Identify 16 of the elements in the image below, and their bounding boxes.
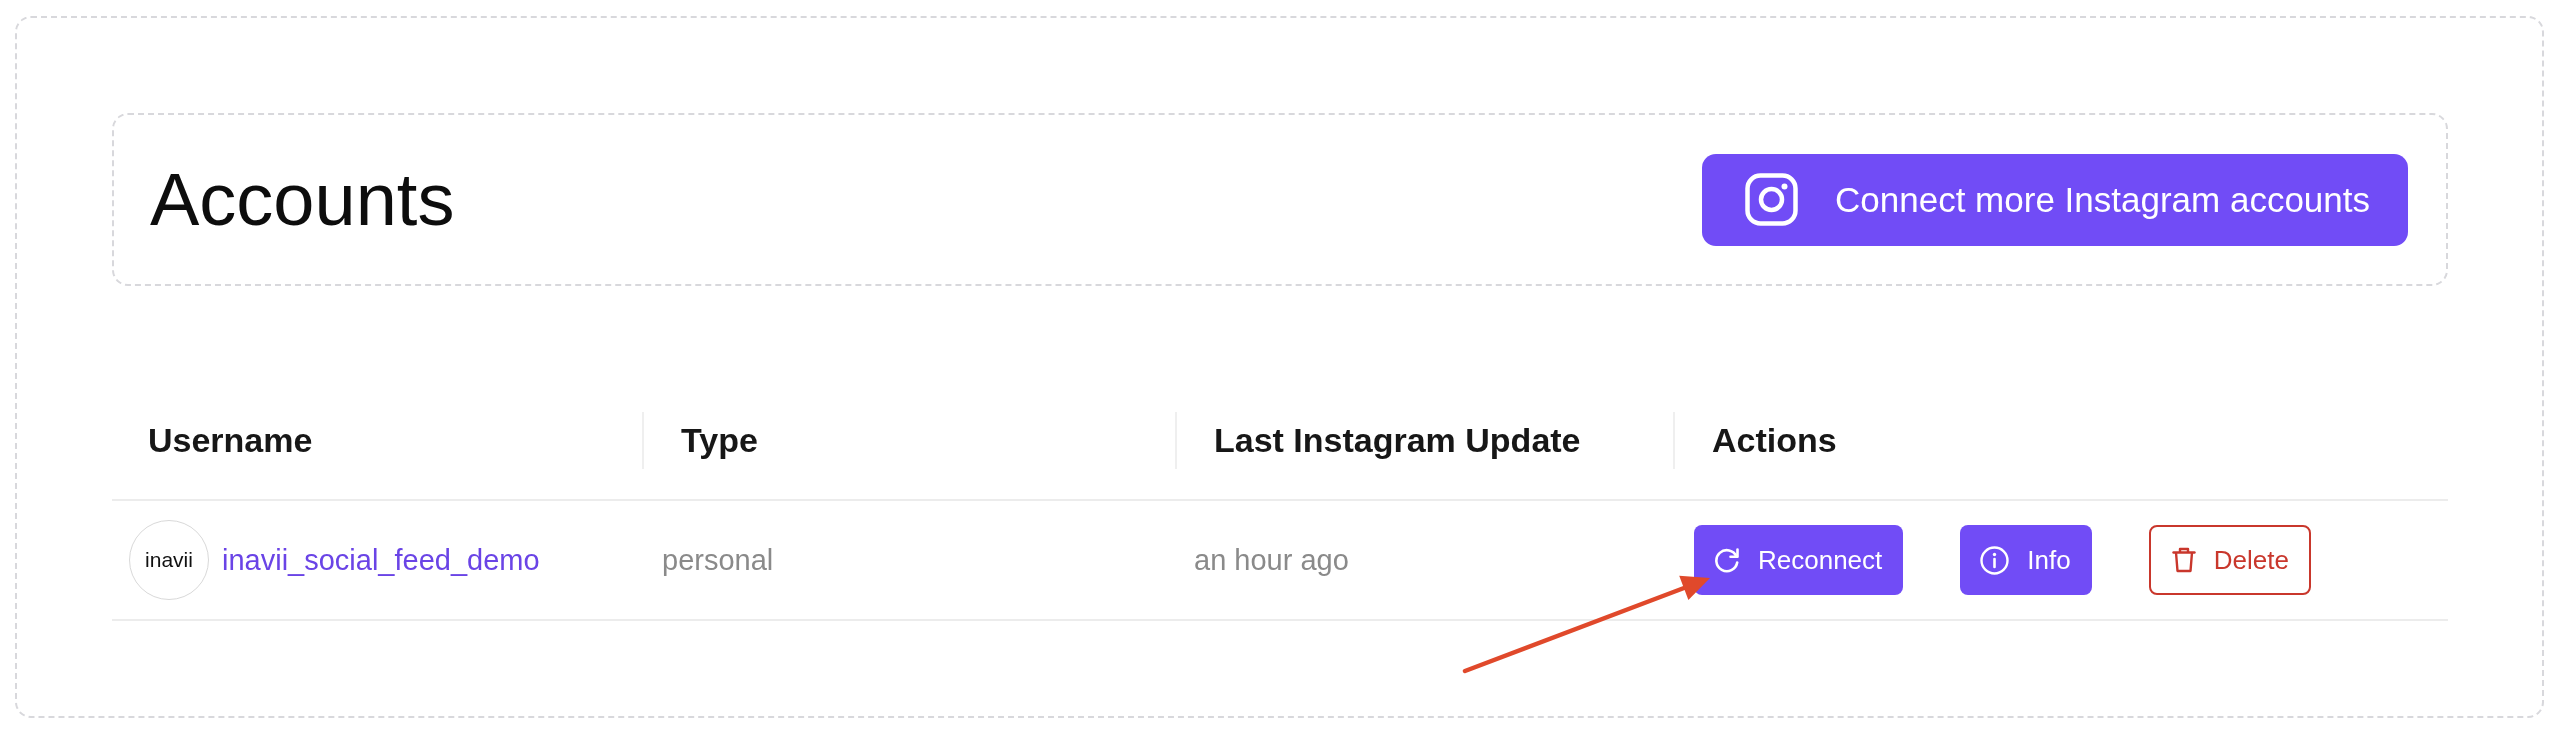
trash-icon [2171,547,2196,573]
instagram-icon [1745,173,1798,226]
username-link[interactable]: inavii_social_feed_demo [222,543,540,577]
column-header: Last Instagram Update [1214,420,1581,460]
column-header: Username [148,420,313,460]
connect-instagram-button[interactable]: Connect more Instagram accounts [1702,153,2408,246]
info-icon [1980,545,2010,575]
column-header: Type [681,420,758,460]
delete-button[interactable]: Delete [2148,525,2311,595]
last-update-time: an hour ago [1194,543,1349,577]
page-title: Accounts [150,158,455,241]
refresh-icon [1714,547,1740,573]
reconnect-button[interactable]: Reconnect [1694,525,1904,595]
info-button[interactable]: Info [1960,525,2092,595]
column-header: Actions [1712,420,1837,460]
account-type: personal [662,543,774,577]
